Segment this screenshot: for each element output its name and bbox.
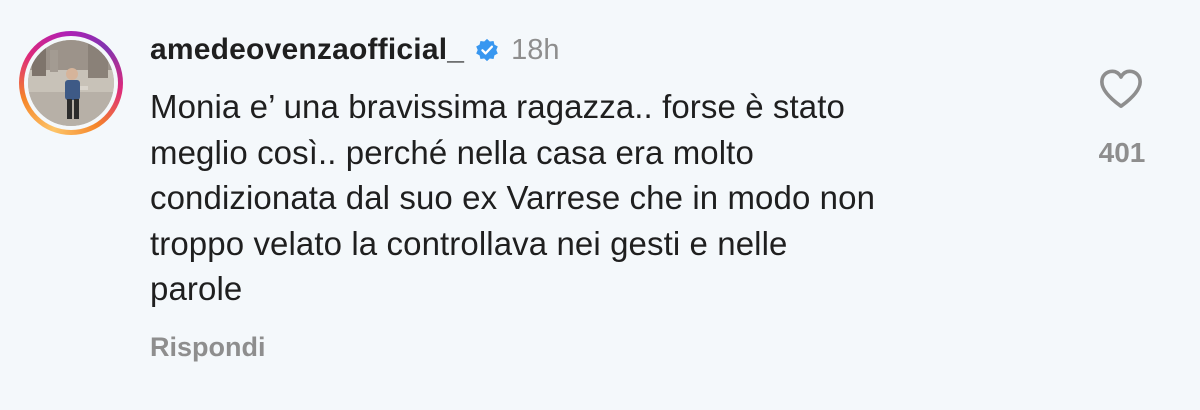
reply-button[interactable]: Rispondi [150, 332, 266, 363]
comment-text-line: condizionata dal suo ex Varrese che in m… [150, 179, 876, 216]
comment-timestamp[interactable]: 18h [511, 34, 559, 67]
avatar[interactable] [28, 40, 114, 126]
comment-text-line: troppo velato la controllava nei gesti e… [150, 224, 788, 262]
comment-item: amedeovenzaofficial_ 18h Monia e’ una br… [0, 0, 1200, 410]
avatar-photo-icon [28, 40, 114, 126]
comment-text-line: meglio così.. perché nella casa era molt… [150, 133, 754, 171]
verified-badge-icon [474, 37, 500, 63]
username-link[interactable]: amedeovenzaofficial_ [150, 33, 464, 67]
comment-text-line: Monia e’ una bravissima ragazza.. forse … [150, 88, 845, 125]
heart-outline-icon[interactable] [1098, 67, 1144, 111]
comment-header: amedeovenzaofficial_ 18h [150, 30, 560, 70]
like-count[interactable]: 401 [1090, 137, 1154, 169]
comment-text-line: parole [150, 270, 243, 307]
like-section: 401 [1090, 65, 1154, 175]
story-ring[interactable] [19, 31, 123, 135]
comment-text: Monia e’ una bravissima ragazza.. forse … [150, 84, 1050, 312]
